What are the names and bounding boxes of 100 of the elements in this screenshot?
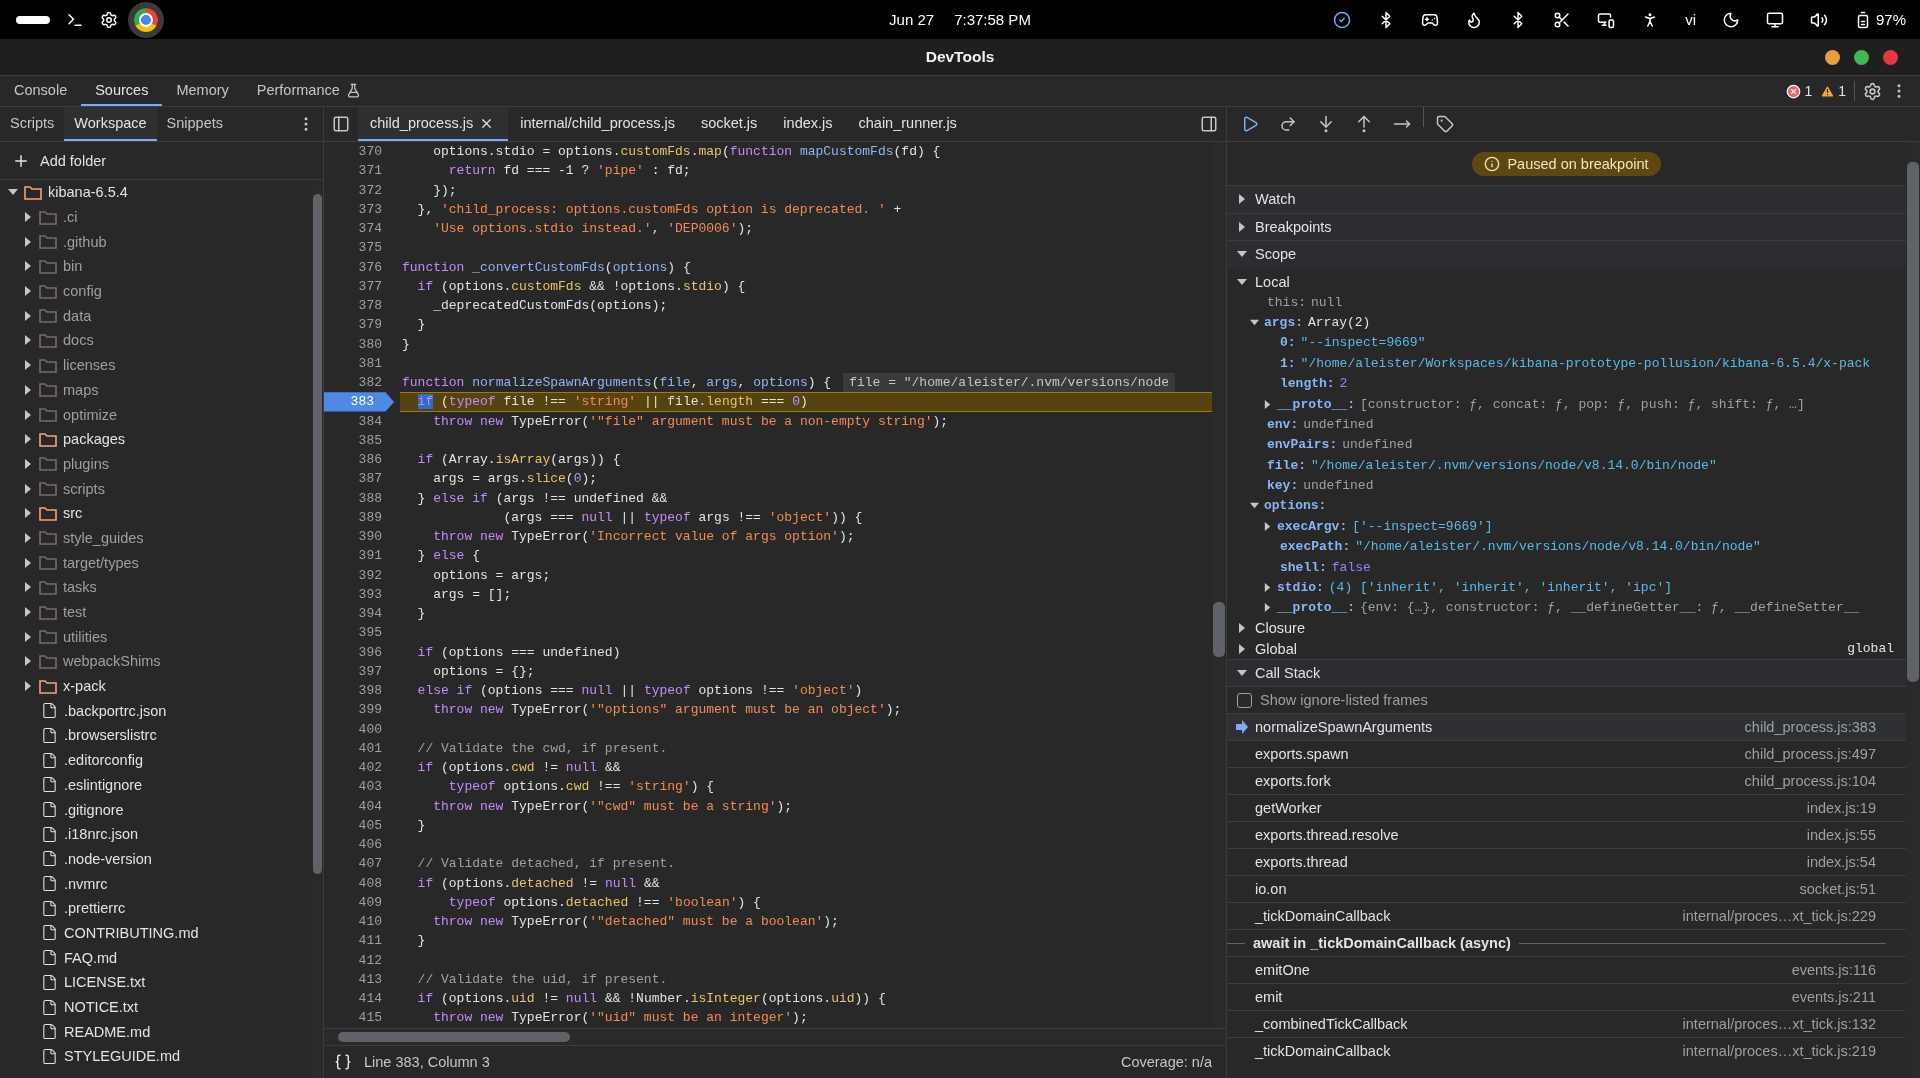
- call-frame[interactable]: _tickDomainCallback internal/proces…xt_tick.js:219: [1227, 1037, 1906, 1065]
- line-number[interactable]: 380: [324, 334, 394, 354]
- call-frame[interactable]: _combinedTickCallback internal/proces…xt_tick.js:132: [1227, 1010, 1906, 1038]
- section-header[interactable]: Breakpoints: [1227, 212, 1906, 240]
- file-tab[interactable]: chain_runner.js: [846, 107, 971, 141]
- tree-item[interactable]: LICENSE.txt: [0, 970, 312, 995]
- frame-location[interactable]: internal/proces…xt_tick.js:132: [1682, 1016, 1876, 1033]
- line-number[interactable]: 413: [324, 969, 394, 989]
- line-number[interactable]: 402: [324, 758, 394, 778]
- line-number[interactable]: 407: [324, 854, 394, 874]
- line-number[interactable]: 409: [324, 892, 394, 912]
- tree-item[interactable]: data: [0, 303, 312, 329]
- line-number[interactable]: 415: [324, 1008, 394, 1028]
- line-number[interactable]: 373: [324, 199, 394, 219]
- panel-tab[interactable]: Memory: [162, 76, 243, 106]
- file-tab[interactable]: internal/child_process.js: [508, 107, 689, 141]
- check-circle-icon[interactable]: [1333, 10, 1352, 29]
- tree-item[interactable]: optimize: [0, 402, 312, 427]
- add-folder-button[interactable]: Add folder: [0, 142, 323, 180]
- line-number[interactable]: 388: [324, 488, 394, 508]
- line-number[interactable]: 394: [324, 604, 394, 624]
- frame-location[interactable]: events.js:211: [1791, 989, 1876, 1006]
- line-number[interactable]: 400: [324, 719, 394, 739]
- line-number[interactable]: 384: [324, 411, 394, 431]
- line-number[interactable]: 398: [324, 681, 394, 701]
- line-number[interactable]: 399: [324, 700, 394, 720]
- line-number[interactable]: 382: [324, 373, 394, 393]
- moon-icon[interactable]: [1721, 10, 1740, 29]
- panel-tab[interactable]: Console: [0, 76, 82, 106]
- tree-item[interactable]: tasks: [0, 575, 312, 600]
- frame-location[interactable]: child_process.js:497: [1744, 746, 1876, 763]
- frame-location[interactable]: events.js:116: [1791, 962, 1876, 979]
- tree-item[interactable]: docs: [0, 328, 312, 353]
- line-number[interactable]: 390: [324, 527, 394, 547]
- tree-item[interactable]: test: [0, 599, 312, 625]
- tree-item[interactable]: FAQ.md: [0, 945, 312, 970]
- line-number[interactable]: 401: [324, 738, 394, 758]
- line-number[interactable]: 376: [324, 257, 394, 277]
- call-frame[interactable]: exports.spawn child_process.js:497: [1227, 740, 1906, 768]
- scope-entry[interactable]: options:: [1227, 498, 1327, 514]
- line-number[interactable]: 393: [324, 584, 394, 604]
- navigator-tab[interactable]: Snippets: [156, 107, 234, 141]
- tree-item[interactable]: webpackShims: [0, 649, 312, 674]
- scissors-icon[interactable]: [1553, 10, 1572, 29]
- tree-item[interactable]: scripts: [0, 476, 312, 501]
- tree-item[interactable]: .github: [0, 229, 312, 255]
- line-number[interactable]: 377: [324, 276, 394, 296]
- line-number[interactable]: 396: [324, 642, 394, 662]
- scope-group-toggle[interactable]: Local: [1227, 273, 1906, 290]
- tree-item[interactable]: config: [0, 278, 312, 304]
- line-number[interactable]: 381: [324, 353, 394, 373]
- line-number[interactable]: 411: [324, 931, 394, 951]
- navigator-tab[interactable]: Workspace: [64, 107, 157, 141]
- frame-location[interactable]: child_process.js:104: [1744, 773, 1876, 790]
- tree-item[interactable]: CONTRIBUTING.md: [0, 920, 312, 946]
- call-frame[interactable]: normalizeSpawnArguments child_process.js:383: [1227, 713, 1906, 741]
- frame-location[interactable]: internal/proces…xt_tick.js:229: [1682, 908, 1876, 925]
- line-number[interactable]: 374: [324, 219, 394, 239]
- line-number[interactable]: 389: [324, 507, 394, 527]
- scope-group-toggle[interactable]: Closure: [1227, 620, 1906, 637]
- tree-item[interactable]: x-pack: [0, 673, 312, 699]
- tree-item[interactable]: .editorconfig: [0, 747, 312, 773]
- scope-entry[interactable]: __proto__: {env: {…}, constructor: ƒ, __defineGetter__: ƒ, __defineSetter__: [1227, 600, 1860, 616]
- tree-item[interactable]: .backportrc.json: [0, 698, 312, 724]
- section-header[interactable]: Call Stack: [1227, 658, 1906, 687]
- line-number[interactable]: 387: [324, 469, 394, 489]
- frame-location[interactable]: index.js:55: [1806, 827, 1876, 844]
- line-number[interactable]: 408: [324, 873, 394, 893]
- line-number[interactable]: 385: [324, 430, 394, 450]
- scope-entry[interactable]: __proto__: [constructor: ƒ, concat: ƒ, pop: ƒ, push: ƒ, shift: ƒ, …]: [1227, 396, 1805, 412]
- file-tab[interactable]: child_process.js: [358, 107, 509, 141]
- call-frame[interactable]: exports.fork child_process.js:104: [1227, 767, 1906, 795]
- line-number[interactable]: 414: [324, 989, 394, 1009]
- frame-location[interactable]: internal/proces…xt_tick.js:219: [1682, 1043, 1876, 1060]
- tree-item[interactable]: licenses: [0, 352, 312, 378]
- line-number[interactable]: 378: [324, 296, 394, 316]
- line-number[interactable]: 406: [324, 835, 394, 855]
- call-frame[interactable]: emitOne events.js:116: [1227, 956, 1906, 984]
- tree-item[interactable]: plugins: [0, 451, 312, 477]
- scrollbar[interactable]: [324, 1028, 1226, 1045]
- line-number[interactable]: 412: [324, 950, 394, 970]
- volume-icon[interactable]: [1809, 10, 1828, 29]
- line-number[interactable]: 403: [324, 777, 394, 797]
- tree-item[interactable]: .eslintignore: [0, 772, 312, 798]
- tree-item[interactable]: .nvmrc: [0, 871, 312, 896]
- tree-item[interactable]: README.md: [0, 1019, 312, 1045]
- tree-item[interactable]: target/types: [0, 550, 312, 575]
- monitor-icon[interactable]: [1765, 10, 1784, 29]
- braces-icon[interactable]: [334, 1053, 352, 1071]
- scope-group-toggle[interactable]: Global: [1227, 640, 1848, 657]
- checkbox[interactable]: [1237, 692, 1252, 708]
- settings-icon[interactable]: [1863, 81, 1882, 101]
- line-number[interactable]: 410: [324, 912, 394, 932]
- close-button[interactable]: [1883, 50, 1898, 65]
- line-number[interactable]: 371: [324, 161, 394, 181]
- error-count[interactable]: 1: [1786, 83, 1813, 99]
- call-frame[interactable]: emit events.js:211: [1227, 983, 1906, 1011]
- tree-item[interactable]: style_guides: [0, 525, 312, 551]
- navigator-tab[interactable]: Scripts: [0, 107, 65, 141]
- scope-entry[interactable]: stdio: (4) ['inherit', 'inherit', 'inherit', 'ipc']: [1227, 580, 1673, 596]
